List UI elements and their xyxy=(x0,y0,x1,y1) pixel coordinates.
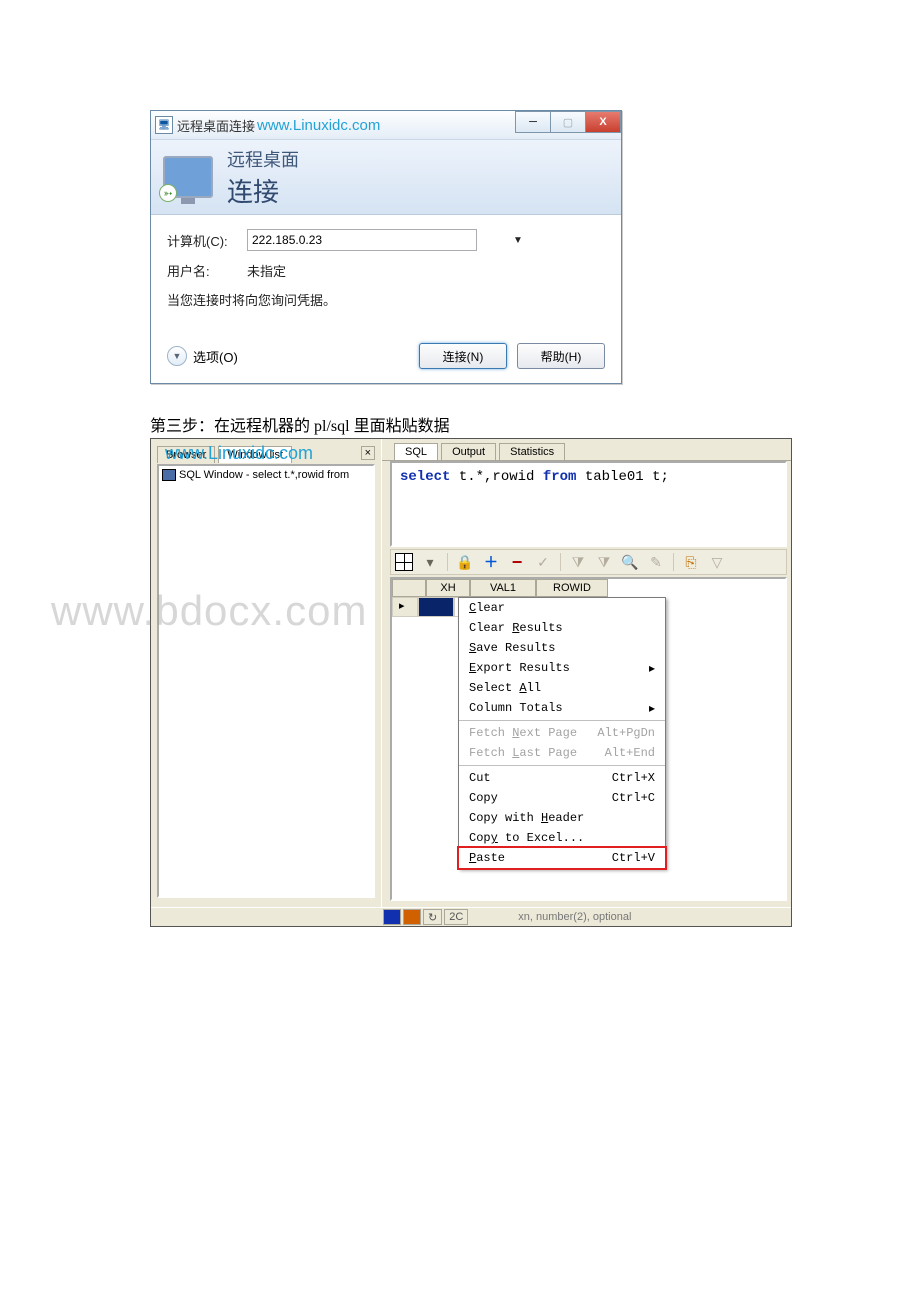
username-label: 用户名: xyxy=(167,261,247,280)
options-expander[interactable]: ▼ 选项(O) xyxy=(167,346,238,366)
menu-select-all[interactable]: Select All xyxy=(459,678,665,698)
tab-output[interactable]: Output xyxy=(441,443,496,460)
menu-fetch-last: Fetch Last PageAlt+End xyxy=(459,743,665,763)
window-list-item[interactable]: SQL Window - select t.*,rowid from xyxy=(159,466,373,484)
sql-editor[interactable]: select t.*,rowid from table01 t; xyxy=(390,461,787,547)
result-toolbar: ▾ 🔒 ＋ − ✓ ⧩ ⧩ 🔍 ✎ ⎘ ▽ xyxy=(390,549,787,575)
watermark-text: www.Linuxidc.com xyxy=(165,443,313,464)
window-list-item-label: SQL Window - select t.*,rowid from xyxy=(179,469,349,481)
username-value: 未指定 xyxy=(247,261,286,280)
add-row-icon[interactable]: ＋ xyxy=(482,553,500,571)
computer-dropdown-icon[interactable]: ▼ xyxy=(513,235,523,246)
rdp-monitor-icon: ➳ xyxy=(163,156,213,198)
rdp-title-text: 远程桌面连接 xyxy=(177,116,255,135)
col-xh[interactable]: XH xyxy=(426,579,470,597)
status-2c: 2C xyxy=(444,909,468,925)
rdp-dialog: 🖥 远程桌面连接 www.Linuxidc.com ─ ▢ X ➳ 远程桌面 连… xyxy=(150,110,622,384)
close-button[interactable]: X xyxy=(585,111,621,133)
status-color-2 xyxy=(403,909,421,925)
export-icon[interactable]: ⎘ xyxy=(682,553,700,571)
dropdown-icon[interactable]: ▾ xyxy=(421,553,439,571)
grid-icon[interactable] xyxy=(395,553,413,571)
plsql-screenshot: www.Linuxidc.com www.bdocx.com × Browser… xyxy=(150,438,792,927)
result-grid[interactable]: XH VAL1 ROWID Clear Clear Results Save R… xyxy=(390,577,787,901)
panel-close-icon[interactable]: × xyxy=(361,446,375,460)
menu-fetch-next: Fetch Next PageAlt+PgDn xyxy=(459,723,665,743)
lock-icon[interactable]: 🔒 xyxy=(456,553,474,571)
credential-note: 当您连接时将向您询问凭据。 xyxy=(167,290,605,309)
rdp-header-big: 连接 xyxy=(227,172,299,209)
minimize-button[interactable]: ─ xyxy=(515,111,551,133)
menu-export-results[interactable]: Export Results▸ xyxy=(459,658,665,678)
context-menu: Clear Clear Results Save Results Export … xyxy=(458,597,666,869)
rdp-app-icon: 🖥 xyxy=(155,116,173,134)
sql-window-icon xyxy=(163,470,175,480)
watermark-text: www.Linuxidc.com xyxy=(257,117,380,134)
menu-copy[interactable]: CopyCtrl+C xyxy=(459,788,665,808)
computer-label: 计算机(C): xyxy=(167,231,247,250)
left-panel: × Browser Window list SQL Window - selec… xyxy=(151,439,382,907)
menu-clear-results[interactable]: Clear Results xyxy=(459,618,665,638)
computer-input[interactable] xyxy=(247,229,477,251)
tab-sql[interactable]: SQL xyxy=(394,443,438,460)
help-button[interactable]: 帮助(H) xyxy=(517,343,605,369)
refresh-icon[interactable]: ↻ xyxy=(423,909,442,925)
tab-statistics[interactable]: Statistics xyxy=(499,443,565,460)
rdp-titlebar: 🖥 远程桌面连接 www.Linuxidc.com ─ ▢ X xyxy=(151,111,621,140)
status-bar: ↻ 2C xn, number(2), optional xyxy=(151,907,791,926)
menu-paste[interactable]: PasteCtrl+V xyxy=(457,846,667,870)
options-label: 选项(O) xyxy=(193,347,238,366)
connect-button[interactable]: 连接(N) xyxy=(419,343,507,369)
grid-corner xyxy=(392,579,426,597)
menu-column-totals[interactable]: Column Totals▸ xyxy=(459,698,665,718)
delete-row-icon[interactable]: − xyxy=(508,553,526,571)
rdp-header-small: 远程桌面 xyxy=(227,146,299,172)
menu-save-results[interactable]: Save Results xyxy=(459,638,665,658)
maximize-button[interactable]: ▢ xyxy=(550,111,586,133)
find-icon[interactable]: 🔍 xyxy=(621,553,639,571)
col-rowid[interactable]: ROWID xyxy=(536,579,608,597)
col-val1[interactable]: VAL1 xyxy=(470,579,536,597)
rdp-header: ➳ 远程桌面 连接 xyxy=(151,140,621,215)
menu-cut[interactable]: CutCtrl+X xyxy=(459,768,665,788)
status-hint: xn, number(2), optional xyxy=(518,911,631,923)
chevron-down-icon: ▼ xyxy=(167,346,187,366)
menu-clear[interactable]: Clear xyxy=(459,598,665,618)
commit-icon[interactable]: ✓ xyxy=(534,553,552,571)
filter-icon[interactable]: ⧩ xyxy=(569,553,587,571)
nav-down-icon[interactable]: ▽ xyxy=(708,553,726,571)
menu-copy-header[interactable]: Copy with Header xyxy=(459,808,665,828)
step-caption: 第三步：在远程机器的 pl/sql 里面粘贴数据 xyxy=(150,412,770,436)
menu-copy-excel[interactable]: Copy to Excel... xyxy=(459,828,665,848)
filter2-icon[interactable]: ⧩ xyxy=(595,553,613,571)
edit-icon[interactable]: ✎ xyxy=(647,553,665,571)
status-color-1 xyxy=(383,909,401,925)
